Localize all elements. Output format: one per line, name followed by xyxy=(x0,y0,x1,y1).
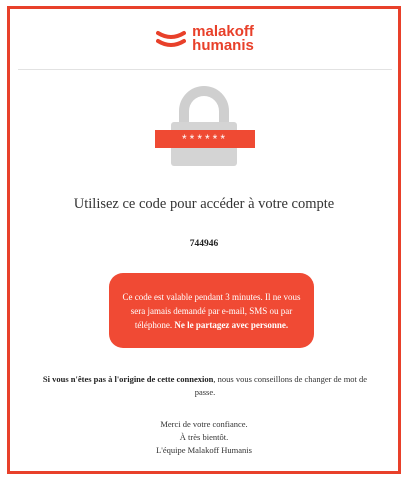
brand-logo: malakoff humanis xyxy=(156,24,254,54)
email-signoff: Merci de votre confiance. À très bientôt… xyxy=(0,418,408,457)
advice-text: , nous vous conseillons de changer de mo… xyxy=(194,374,368,397)
security-advice: Si vous n'êtes pas à l'origine de cette … xyxy=(40,373,370,399)
signoff-line3: L'équipe Malakoff Humanis xyxy=(156,445,252,455)
padlock-icon: ****** xyxy=(149,86,259,166)
password-mask-banner: ****** xyxy=(155,130,255,148)
email-header: malakoff humanis xyxy=(18,9,392,70)
signoff-line1: Merci de votre confiance. xyxy=(160,419,248,429)
signoff-line2: À très bientôt. xyxy=(179,432,229,442)
verification-code: 744946 xyxy=(189,239,219,249)
brand-name-line2: humanis xyxy=(192,37,254,54)
security-notice-text: Ce code est valable pendant 3 minutes. I… xyxy=(119,290,304,332)
code-heading: Utilisez ce code pour accéder à votre co… xyxy=(73,196,335,212)
advice-bold-text: Si vous n'êtes pas à l'origine de cette … xyxy=(42,374,214,384)
security-notice: Ce code est valable pendant 3 minutes. I… xyxy=(109,273,314,348)
brand-name: malakoff humanis xyxy=(192,24,254,54)
notice-bold-text: Ne le partagez avec personne. xyxy=(174,319,289,330)
lock-illustration: ****** xyxy=(0,86,408,166)
brand-wave-icon xyxy=(156,31,187,47)
